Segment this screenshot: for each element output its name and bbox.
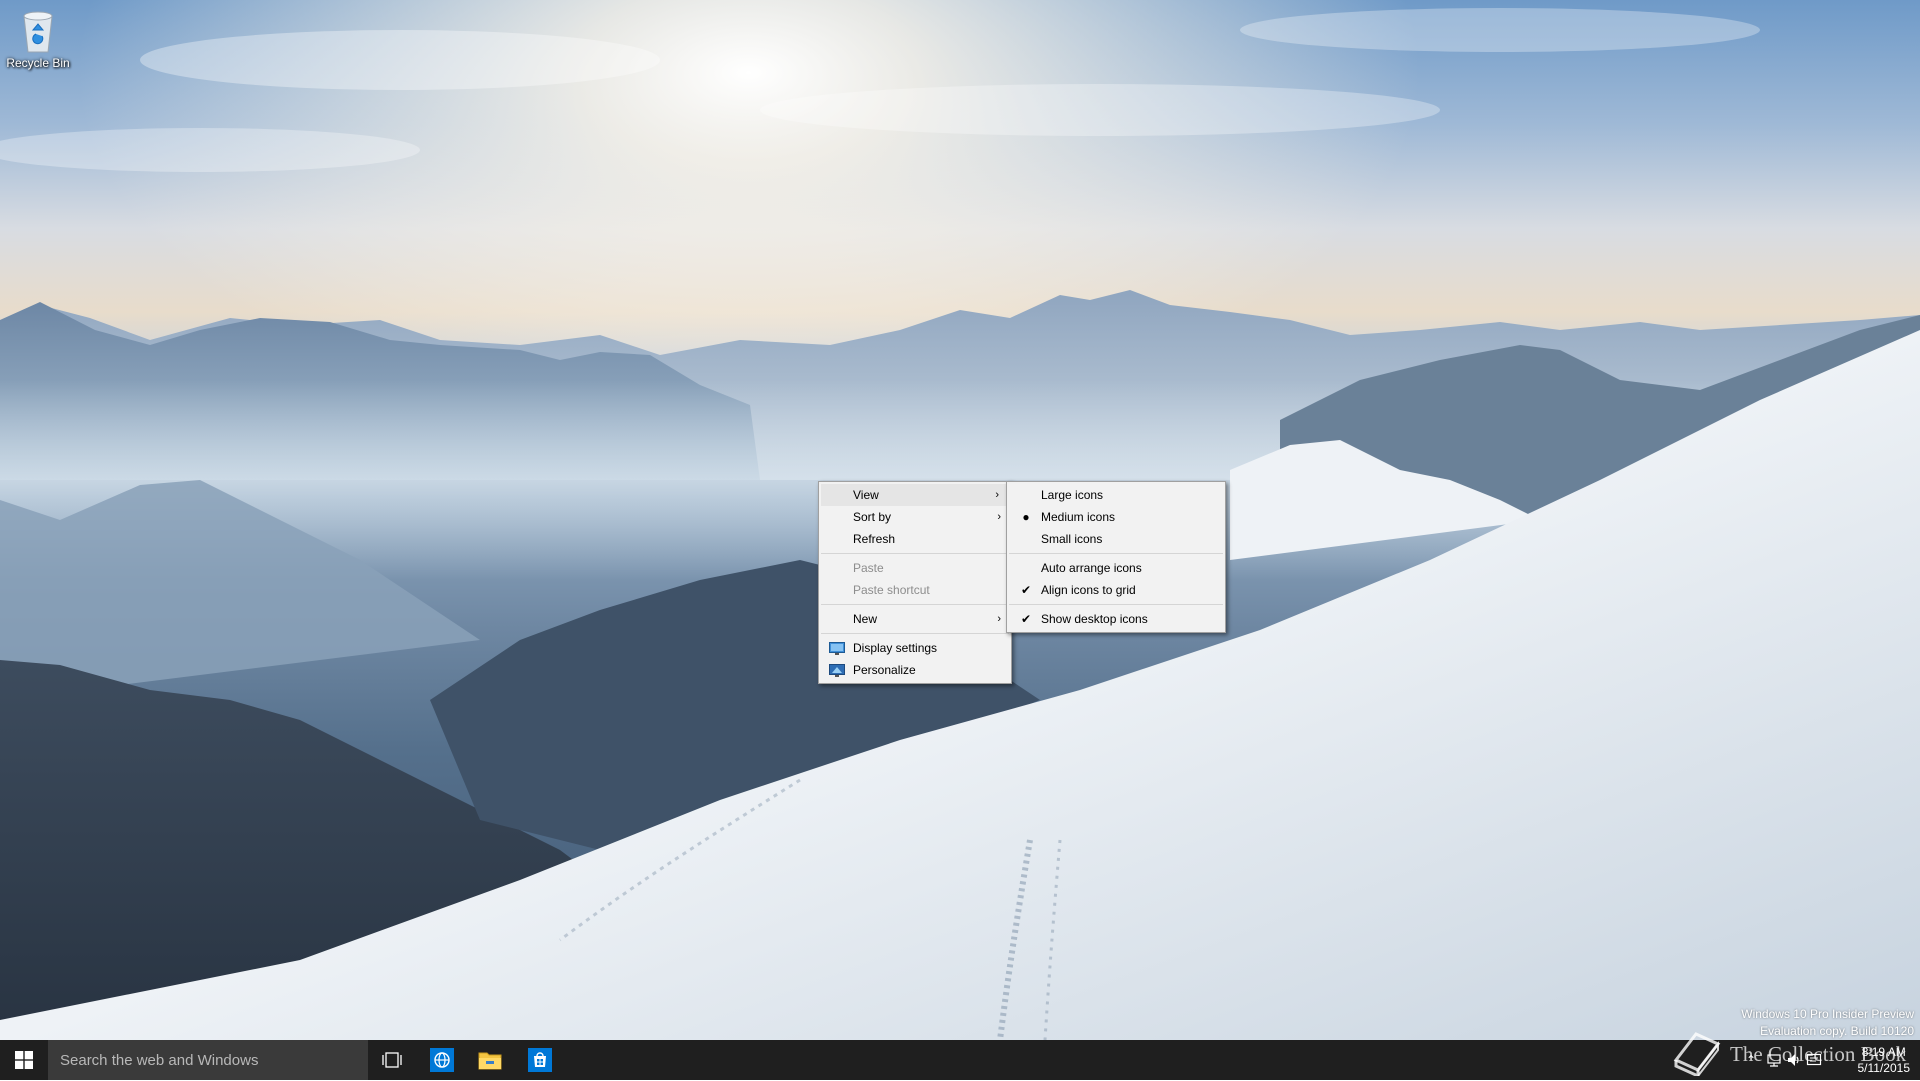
store-button[interactable]	[516, 1040, 564, 1080]
store-icon	[528, 1048, 552, 1072]
submenu-item-large-icons[interactable]: Large icons	[1007, 484, 1225, 506]
taskbar: ⌃ 8:19 AM 5/11/2015	[0, 1040, 1920, 1080]
checkmark-icon: ✔	[1020, 583, 1032, 597]
brand-watermark-text: The Collection Book	[1730, 1042, 1907, 1066]
menu-item-display-settings[interactable]: Display settings	[819, 637, 1011, 659]
display-settings-icon	[829, 641, 845, 655]
browser-icon	[430, 1048, 454, 1072]
menu-item-label: Refresh	[853, 532, 896, 546]
menu-separator	[821, 633, 1009, 634]
submenu-item-label: Large icons	[1041, 488, 1104, 502]
menu-item-label: Personalize	[853, 663, 916, 677]
desktop-icon-recycle-bin[interactable]: Recycle Bin	[4, 6, 72, 70]
search-box[interactable]	[48, 1040, 368, 1080]
menu-item-label: New	[853, 612, 878, 626]
menu-item-sort-by[interactable]: Sort by ›	[819, 506, 1011, 528]
radio-bullet-icon: ●	[1022, 510, 1030, 524]
menu-item-paste: Paste	[819, 557, 1011, 579]
chevron-right-icon: ›	[995, 489, 999, 501]
submenu-item-label: Auto arrange icons	[1041, 561, 1142, 575]
submenu-item-label: Medium icons	[1041, 510, 1116, 524]
search-input[interactable]	[48, 1040, 360, 1080]
submenu-item-label: Small icons	[1041, 532, 1103, 546]
menu-item-view[interactable]: View ›	[821, 484, 1009, 506]
menu-separator	[1009, 553, 1223, 554]
windows-logo-icon	[15, 1051, 33, 1069]
menu-item-label: Sort by	[853, 510, 892, 524]
menu-item-label: Paste	[853, 561, 884, 575]
menu-item-new[interactable]: New ›	[819, 608, 1011, 630]
task-view-button[interactable]	[368, 1040, 416, 1080]
folder-icon	[478, 1052, 502, 1070]
submenu-item-medium-icons[interactable]: ● Medium icons	[1007, 506, 1225, 528]
watermark-line-1: Windows 10 Pro Insider Preview	[1741, 1007, 1914, 1021]
chevron-right-icon: ›	[997, 511, 1001, 523]
submenu-item-label: Show desktop icons	[1041, 612, 1148, 626]
submenu-item-small-icons[interactable]: Small icons	[1007, 528, 1225, 550]
menu-item-label: Paste shortcut	[853, 583, 930, 597]
watermark-line-2: Evaluation copy. Build 10120	[1760, 1024, 1914, 1038]
evaluation-watermark: Windows 10 Pro Insider Preview Evaluatio…	[1741, 1006, 1914, 1040]
desktop-icon-label: Recycle Bin	[6, 56, 70, 70]
recycle-bin-icon	[16, 6, 60, 54]
book-logo-icon	[1668, 1030, 1724, 1079]
browser-button[interactable]	[418, 1040, 466, 1080]
submenu-item-auto-arrange[interactable]: Auto arrange icons	[1007, 557, 1225, 579]
chevron-right-icon: ›	[997, 613, 1001, 625]
view-submenu: Large icons ● Medium icons Small icons A…	[1006, 481, 1226, 633]
menu-separator	[821, 553, 1009, 554]
personalize-icon	[829, 663, 845, 677]
task-view-icon	[382, 1052, 402, 1068]
submenu-item-label: Align icons to grid	[1041, 583, 1136, 597]
menu-separator	[821, 604, 1009, 605]
submenu-item-align-to-grid[interactable]: ✔ Align icons to grid	[1007, 579, 1225, 601]
checkmark-icon: ✔	[1020, 612, 1032, 626]
start-button[interactable]	[0, 1040, 48, 1080]
desktop[interactable]: Recycle Bin View › Sort by › Refresh Pas…	[0, 0, 1920, 1040]
menu-separator	[1009, 604, 1223, 605]
menu-item-personalize[interactable]: Personalize	[819, 659, 1011, 681]
menu-item-label: View	[853, 488, 879, 502]
file-explorer-button[interactable]	[466, 1040, 514, 1080]
desktop-context-menu: View › Sort by › Refresh Paste Paste sho…	[818, 481, 1012, 684]
menu-item-label: Display settings	[853, 641, 938, 655]
menu-item-paste-shortcut: Paste shortcut	[819, 579, 1011, 601]
submenu-item-show-desktop-icons[interactable]: ✔ Show desktop icons	[1007, 608, 1225, 630]
menu-item-refresh[interactable]: Refresh	[819, 528, 1011, 550]
